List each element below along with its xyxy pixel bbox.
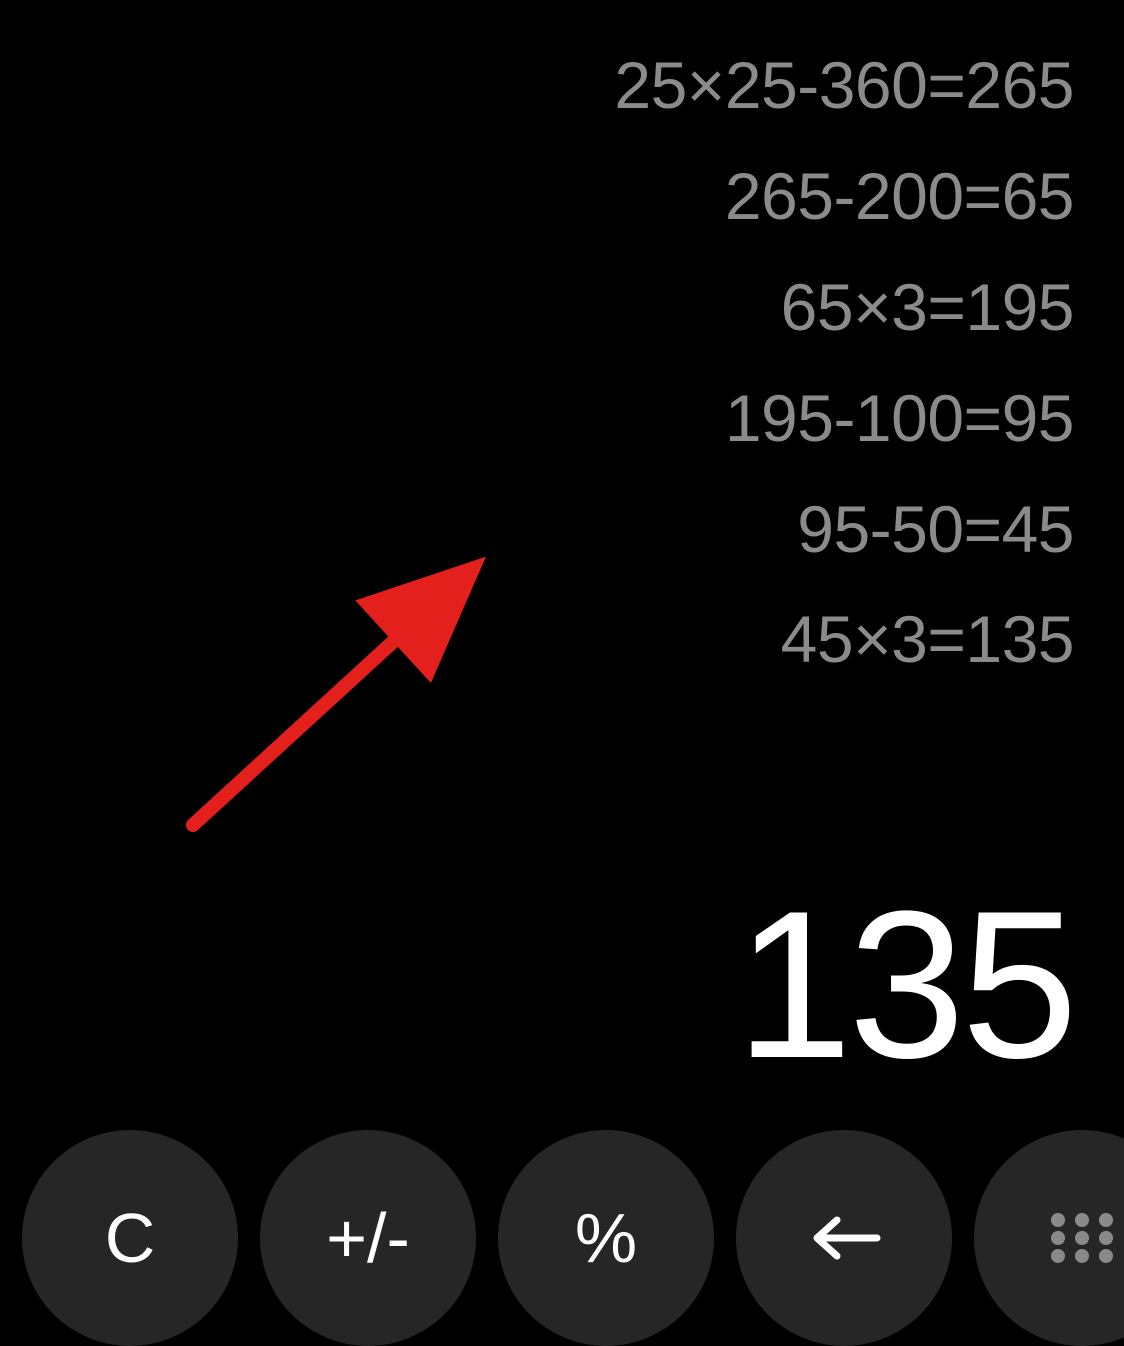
clear-label: C	[105, 1198, 156, 1278]
backspace-icon	[805, 1211, 883, 1265]
history-line[interactable]: 65×3=195	[0, 252, 1074, 363]
keypad-icon	[1046, 1210, 1118, 1266]
history-line[interactable]: 265-200=65	[0, 141, 1074, 252]
calculation-history: 25×25-360=265 265-200=65 65×3=195 195-10…	[0, 0, 1124, 695]
clear-button[interactable]: C	[22, 1130, 238, 1346]
history-line[interactable]: 95-50=45	[0, 474, 1074, 585]
sign-button[interactable]: +/-	[260, 1130, 476, 1346]
percent-label: %	[575, 1198, 637, 1278]
history-line[interactable]: 195-100=95	[0, 363, 1074, 474]
percent-button[interactable]: %	[498, 1130, 714, 1346]
current-result: 135	[0, 880, 1124, 1090]
history-line[interactable]: 25×25-360=265	[0, 30, 1074, 141]
history-line[interactable]: 45×3=135	[0, 584, 1074, 695]
function-row: C +/- %	[0, 1130, 1124, 1346]
sign-label: +/-	[326, 1198, 410, 1278]
keypad-button[interactable]	[974, 1130, 1124, 1346]
backspace-button[interactable]	[736, 1130, 952, 1346]
